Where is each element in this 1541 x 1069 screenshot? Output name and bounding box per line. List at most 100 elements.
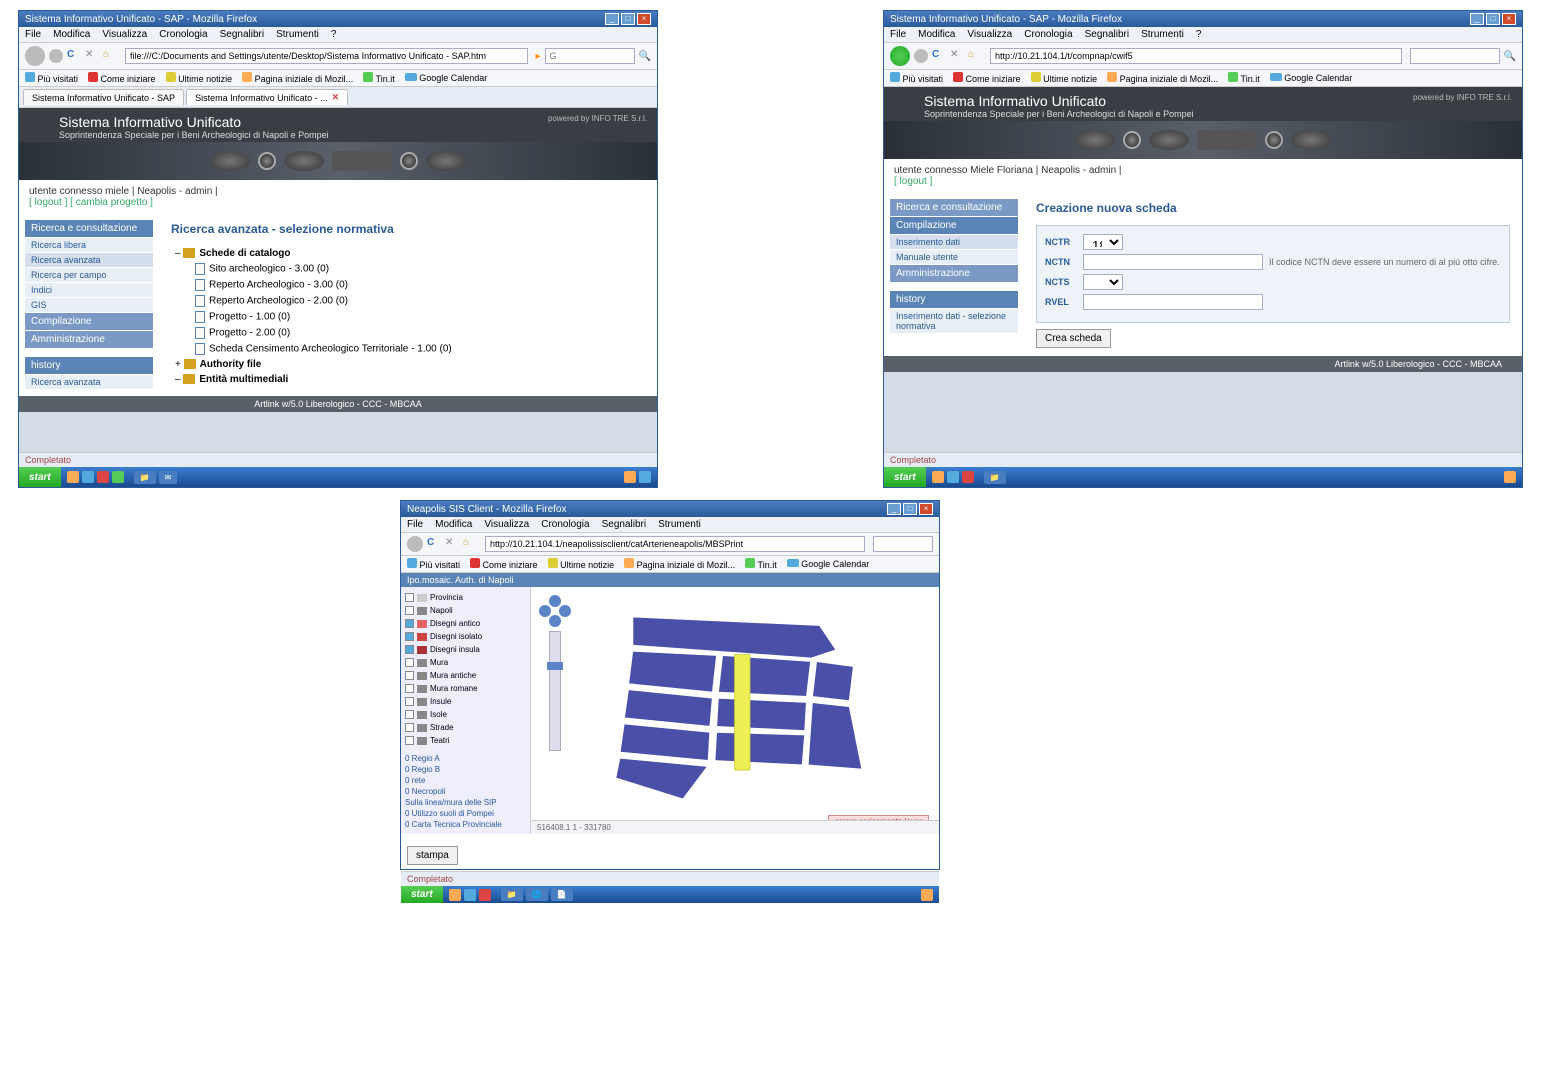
menu-tools[interactable]: Strumenti [658, 519, 701, 530]
sidebar-section-admin[interactable]: Amministrazione [890, 265, 1018, 282]
home-icon[interactable]: ⌂ [463, 537, 477, 551]
quicklaunch-icon[interactable] [962, 471, 974, 483]
home-icon[interactable]: ⌂ [968, 49, 982, 63]
search-box[interactable] [1410, 48, 1500, 64]
checkbox-icon[interactable] [405, 606, 414, 615]
tab-close-icon[interactable]: ✕ [332, 92, 340, 103]
checkbox-icon[interactable] [405, 593, 414, 602]
menu-history[interactable]: Cronologia [159, 29, 207, 40]
back-button[interactable] [407, 536, 423, 552]
bookmark-item[interactable]: Ultime notizie [166, 72, 233, 84]
sidebar-item-inserimento[interactable]: Inserimento dati [890, 235, 1018, 250]
search-icon[interactable]: 🔍 [1504, 51, 1516, 62]
bookmark-item[interactable]: Tin.it [363, 72, 395, 84]
menu-view[interactable]: Visualizza [484, 519, 529, 530]
checkbox-icon[interactable] [405, 658, 414, 667]
url-bar[interactable] [485, 536, 865, 552]
checkbox-icon[interactable] [405, 645, 414, 654]
stop-icon[interactable]: ✕ [950, 49, 964, 63]
pan-right-button[interactable] [559, 605, 571, 617]
home-icon[interactable]: ⌂ [103, 49, 117, 63]
input-nctn[interactable] [1083, 254, 1263, 270]
sidebar-item-ricerca-avanzata[interactable]: Ricerca avanzata [25, 253, 153, 268]
bookmark-item[interactable]: Pagina iniziale di Mozil... [242, 72, 353, 84]
sidebar-section-admin[interactable]: Amministrazione [25, 331, 153, 348]
minimize-button[interactable]: _ [887, 503, 901, 515]
back-button[interactable] [25, 46, 45, 66]
search-box[interactable] [873, 536, 933, 552]
bookmark-item[interactable]: Google Calendar [405, 73, 488, 83]
task-item[interactable]: 📁 [501, 888, 523, 901]
tree-item[interactable]: Reperto Archeologico - 3.00 (0) [195, 277, 645, 293]
checkbox-icon[interactable] [405, 710, 414, 719]
bookmark-item[interactable]: Pagina iniziale di Mozil... [1107, 72, 1218, 84]
bookmark-item[interactable]: Pagina iniziale di Mozil... [624, 558, 735, 570]
url-bar[interactable] [125, 48, 528, 64]
bookmark-item[interactable]: Tin.it [1228, 72, 1260, 84]
tree-entita[interactable]: – Entità multimediali [175, 372, 645, 387]
menu-edit[interactable]: Modifica [435, 519, 472, 530]
checkbox-icon[interactable] [405, 684, 414, 693]
zoom-thumb[interactable] [547, 662, 563, 670]
menu-file[interactable]: File [25, 29, 41, 40]
select-ncts[interactable] [1083, 274, 1123, 290]
layer-item[interactable]: Disegni insula [405, 643, 526, 656]
pan-up-button[interactable] [549, 595, 561, 607]
tab-active[interactable]: Sistema Informativo Unificato - ... ✕ [186, 89, 348, 105]
pan-down-button[interactable] [549, 615, 561, 627]
tree-item[interactable]: Reperto Archeologico - 2.00 (0) [195, 293, 645, 309]
bookmark-item[interactable]: Google Calendar [787, 559, 870, 569]
quicklaunch-icon[interactable] [449, 889, 461, 901]
sidebar-item-ricerca-libera[interactable]: Ricerca libera [25, 238, 153, 253]
layer-item[interactable]: Provincia [405, 591, 526, 604]
forward-button[interactable] [49, 49, 63, 63]
checkbox-icon[interactable] [405, 632, 414, 641]
sidebar-link[interactable]: 0 rete [405, 775, 526, 786]
url-bar[interactable] [990, 48, 1402, 64]
sidebar-link[interactable]: Sulla linea/mura delle SIP [405, 797, 526, 808]
crea-scheda-button[interactable]: Crea scheda [1036, 329, 1111, 348]
reload-icon[interactable]: C [427, 537, 441, 551]
task-item[interactable]: 📄 [551, 888, 573, 901]
search-icon[interactable]: 🔍 [639, 51, 651, 62]
menu-view[interactable]: Visualizza [967, 29, 1012, 40]
sidebar-link[interactable]: 0 Necropoli [405, 786, 526, 797]
checkbox-icon[interactable] [405, 736, 414, 745]
layer-item[interactable]: Disegni isolato [405, 630, 526, 643]
menu-help[interactable]: ? [1196, 29, 1202, 40]
tray-icon[interactable] [921, 889, 933, 901]
sidebar-history-item[interactable]: Inserimento dati - selezione normativa [890, 309, 1018, 334]
quicklaunch-icon[interactable] [97, 471, 109, 483]
menu-history[interactable]: Cronologia [1024, 29, 1072, 40]
sidebar-link[interactable]: 0 Utilizzo suoli di Pompei [405, 808, 526, 819]
rss-icon[interactable]: ▸ [536, 51, 541, 62]
layer-item[interactable]: Isole [405, 708, 526, 721]
menu-bookmarks[interactable]: Segnalibri [220, 29, 264, 40]
quicklaunch-icon[interactable] [82, 471, 94, 483]
sidebar-item-ricerca-campo[interactable]: Ricerca per campo [25, 268, 153, 283]
start-button[interactable]: start [19, 467, 61, 487]
logout-link[interactable]: [ logout ] [894, 176, 932, 187]
tree-item[interactable]: Sito archeologico - 3.00 (0) [195, 261, 645, 277]
forward-button[interactable] [914, 49, 928, 63]
layer-item[interactable]: Teatri [405, 734, 526, 747]
close-button[interactable]: × [637, 13, 651, 25]
bookmark-item[interactable]: Come iniziare [88, 72, 156, 84]
bookmark-item[interactable]: Come iniziare [953, 72, 1021, 84]
stop-icon[interactable]: ✕ [85, 49, 99, 63]
task-item[interactable]: ✉ [159, 471, 178, 484]
quicklaunch-icon[interactable] [464, 889, 476, 901]
minimize-button[interactable]: _ [605, 13, 619, 25]
sidebar-item-indici[interactable]: Indici [25, 283, 153, 298]
reload-icon[interactable]: C [932, 49, 946, 63]
map-canvas[interactable] [531, 587, 939, 834]
logout-link[interactable]: [ logout ] [ cambia progetto ] [29, 197, 153, 208]
checkbox-icon[interactable] [405, 723, 414, 732]
layer-item[interactable]: Strade [405, 721, 526, 734]
bookmark-item[interactable]: Google Calendar [1270, 73, 1353, 83]
task-item[interactable]: 📁 [984, 471, 1006, 484]
tree-item[interactable]: Progetto - 1.00 (0) [195, 309, 645, 325]
close-button[interactable]: × [1502, 13, 1516, 25]
layer-item[interactable]: Mura [405, 656, 526, 669]
quicklaunch-icon[interactable] [947, 471, 959, 483]
